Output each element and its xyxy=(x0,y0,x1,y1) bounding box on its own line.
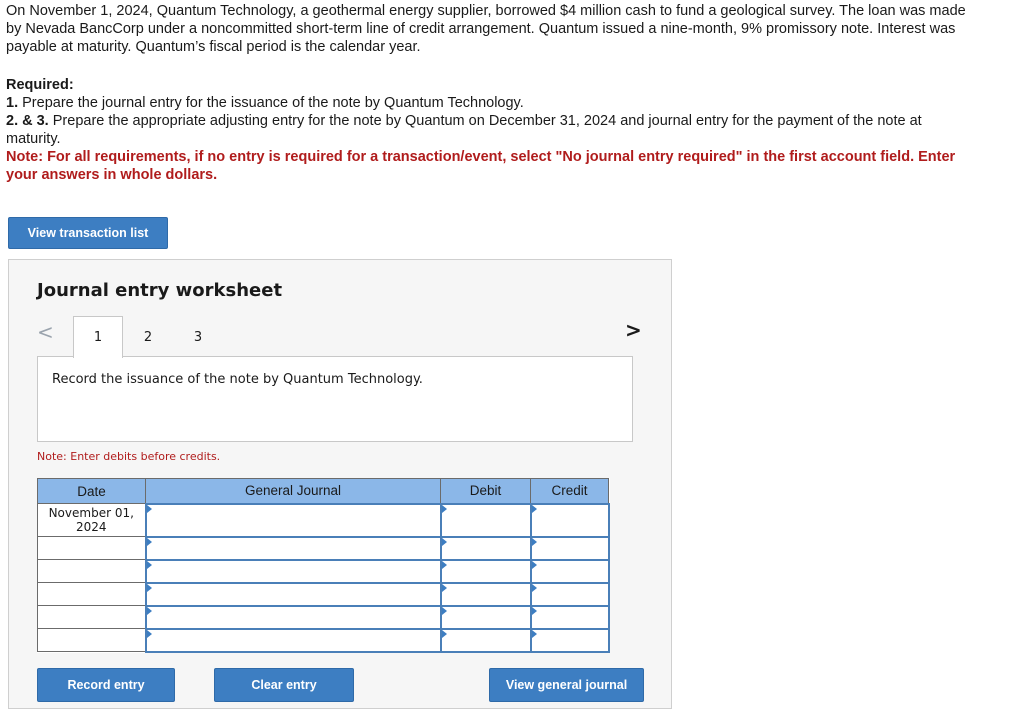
date-cell xyxy=(37,536,146,560)
required-item-2: 2. & 3. Prepare the appropriate adjustin… xyxy=(6,112,966,148)
account-input[interactable] xyxy=(144,535,442,561)
table-row xyxy=(37,558,610,584)
tab-1[interactable]: 1 xyxy=(73,316,123,358)
required-note: Note: For all requirements, if no entry … xyxy=(6,149,956,183)
account-input[interactable] xyxy=(144,581,442,607)
required-item-text: Prepare the journal entry for the issuan… xyxy=(22,95,524,111)
debit-input[interactable] xyxy=(439,604,532,630)
account-input[interactable] xyxy=(144,627,442,653)
problem-text: On November 1, 2024, Quantum Technology,… xyxy=(6,3,966,55)
credit-input[interactable] xyxy=(529,604,610,630)
date-cell: November 01, 2024 xyxy=(37,503,146,537)
table-row xyxy=(37,535,610,561)
credit-input[interactable] xyxy=(529,502,610,538)
instruction-text: Record the issuance of the note by Quant… xyxy=(52,372,423,387)
date-cell xyxy=(37,559,146,583)
tab-2[interactable]: 2 xyxy=(123,316,173,358)
journal-table: Date General Journal Debit Credit Novemb… xyxy=(37,478,610,653)
date-header: Date xyxy=(37,478,146,504)
date-cell xyxy=(37,582,146,606)
credit-input[interactable] xyxy=(529,558,610,584)
debit-input[interactable] xyxy=(439,535,532,561)
account-input[interactable] xyxy=(144,604,442,630)
table-row: November 01, 2024 xyxy=(37,502,610,538)
record-entry-button[interactable]: Record entry xyxy=(37,668,175,702)
required-item-text: Prepare the appropriate adjusting entry … xyxy=(6,113,922,147)
required-item-1: 1. Prepare the journal entry for the iss… xyxy=(6,94,966,112)
view-transaction-list-button[interactable]: View transaction list xyxy=(8,217,168,249)
credit-input[interactable] xyxy=(529,581,610,607)
required-heading: Required: xyxy=(6,77,74,93)
date-cell xyxy=(37,628,146,652)
required-section: Required: 1. Prepare the journal entry f… xyxy=(6,76,966,184)
chevron-left-icon[interactable]: < xyxy=(37,320,54,344)
clear-entry-button[interactable]: Clear entry xyxy=(214,668,354,702)
chevron-right-icon[interactable]: > xyxy=(625,318,642,342)
tab-3[interactable]: 3 xyxy=(173,316,223,358)
account-input[interactable] xyxy=(144,558,442,584)
debit-input[interactable] xyxy=(439,558,532,584)
required-item-number: 2. & 3. xyxy=(6,113,49,129)
credit-input[interactable] xyxy=(529,627,610,653)
debits-credits-note: Note: Enter debits before credits. xyxy=(37,450,221,463)
required-item-number: 1. xyxy=(6,95,19,111)
credit-input[interactable] xyxy=(529,535,610,561)
worksheet-title: Journal entry worksheet xyxy=(37,280,283,301)
debit-input[interactable] xyxy=(439,627,532,653)
table-row xyxy=(37,627,610,653)
journal-header-row: Date General Journal Debit Credit xyxy=(37,478,609,504)
instruction-box: Record the issuance of the note by Quant… xyxy=(37,356,633,442)
credit-header: Credit xyxy=(530,478,609,504)
table-row xyxy=(37,604,610,630)
general-journal-header: General Journal xyxy=(145,478,441,504)
date-cell xyxy=(37,605,146,629)
view-general-journal-button[interactable]: View general journal xyxy=(489,668,644,702)
debit-header: Debit xyxy=(440,478,531,504)
account-input[interactable] xyxy=(144,502,442,538)
problem-statement: On November 1, 2024, Quantum Technology,… xyxy=(6,2,966,56)
table-row xyxy=(37,581,610,607)
journal-entry-worksheet: Journal entry worksheet < 1 2 3 > Record… xyxy=(8,259,672,709)
debit-input[interactable] xyxy=(439,581,532,607)
debit-input[interactable] xyxy=(439,502,532,538)
